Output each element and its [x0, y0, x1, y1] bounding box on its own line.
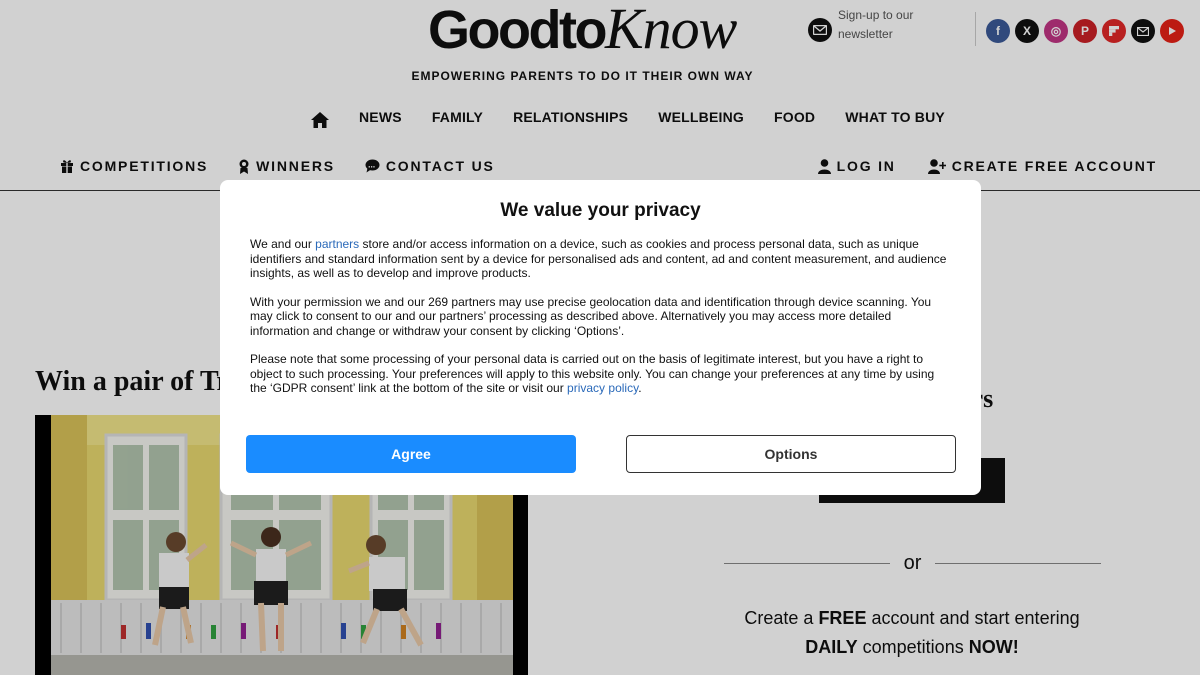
consent-paragraph-1: We and our partners store and/or access … — [250, 237, 947, 280]
consent-paragraph-3: Please note that some processing of your… — [250, 352, 935, 395]
privacy-consent-dialog: We value your privacy We and our partner… — [220, 180, 981, 495]
privacy-policy-link[interactable]: privacy policy — [567, 381, 638, 395]
agree-button[interactable]: Agree — [246, 435, 576, 473]
partners-link[interactable]: partners — [315, 237, 359, 251]
dialog-title: We value your privacy — [500, 200, 701, 221]
options-button[interactable]: Options — [626, 435, 956, 473]
consent-paragraph-2: With your permission we and our 269 part… — [250, 294, 932, 338]
